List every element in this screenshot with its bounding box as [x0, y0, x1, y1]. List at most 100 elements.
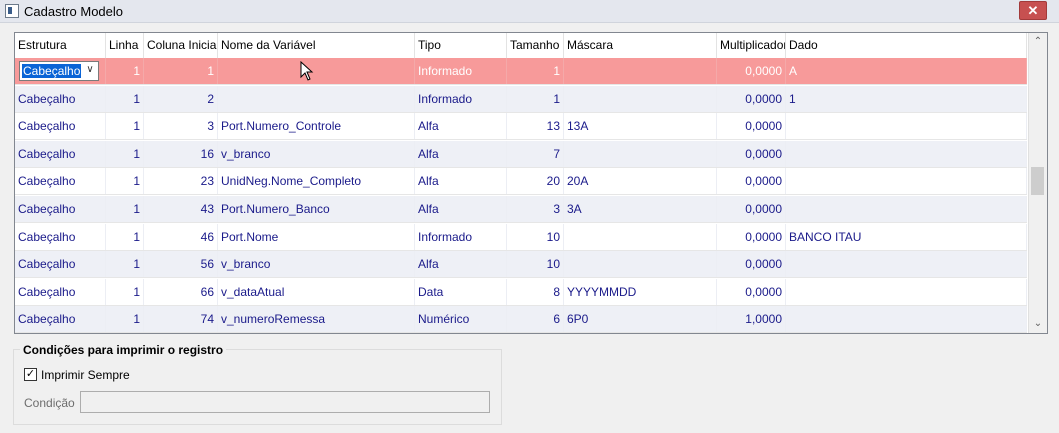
cell-multiplicador[interactable]: 0,0000 [717, 58, 786, 84]
cell-tamanho[interactable]: 1 [507, 85, 564, 112]
cell-tipo[interactable]: Informado [415, 58, 507, 84]
cell-mascara[interactable]: 20A [564, 168, 717, 195]
cell-estrutura[interactable]: Cabeçalho ∨ [15, 58, 106, 84]
cell-mascara[interactable] [564, 251, 717, 278]
cell-linha[interactable]: 1 [106, 168, 144, 195]
table-row[interactable]: Cabeçalho 1 66 v_dataAtual Data 8 YYYYMMDD 0,00… [15, 278, 1027, 306]
cell-multiplicador[interactable]: 0,0000 [717, 196, 786, 222]
table-row[interactable]: Cabeçalho 1 46 Port.Nome Informado 10 0,0000 BA… [15, 223, 1027, 251]
cell-tamanho[interactable]: 6 [507, 306, 564, 333]
cell-mascara[interactable]: 3A [564, 196, 717, 222]
table-row[interactable]: Cabeçalho 1 74 v_numeroRemessa Numérico 6 6P0 1… [15, 306, 1027, 333]
cell-estrutura[interactable]: Cabeçalho [15, 113, 106, 140]
table-row[interactable]: Cabeçalho 1 56 v_branco Alfa 10 0,0000 [15, 251, 1027, 279]
cell-tamanho[interactable]: 10 [507, 223, 564, 250]
cell-coluna-inicial[interactable]: 3 [144, 113, 218, 140]
cell-mascara[interactable] [564, 85, 717, 112]
cell-multiplicador[interactable]: 0,0000 [717, 278, 786, 305]
scroll-down-icon[interactable]: ⌄ [1029, 315, 1047, 333]
column-header-multiplicador[interactable]: Multiplicador [717, 33, 786, 58]
cell-mascara[interactable]: 13A [564, 113, 717, 140]
cell-linha[interactable]: 1 [106, 251, 144, 278]
chevron-down-icon[interactable]: ∨ [85, 65, 95, 75]
cell-linha[interactable]: 1 [106, 85, 144, 112]
cell-nome-variavel[interactable]: v_branco [218, 140, 415, 167]
cell-multiplicador[interactable]: 0,0000 [717, 168, 786, 195]
model-grid[interactable]: Estrutura Linha Coluna Inicial Nome da Vari… [14, 32, 1048, 334]
cell-tipo[interactable]: Alfa [415, 168, 507, 195]
cell-coluna-inicial[interactable]: 16 [144, 140, 218, 167]
cell-coluna-inicial[interactable]: 23 [144, 168, 218, 195]
cell-tamanho[interactable]: 8 [507, 278, 564, 305]
cell-multiplicador[interactable]: 0,0000 [717, 113, 786, 140]
table-row[interactable]: Cabeçalho 1 43 Port.Numero_Banco Alfa 3 3A 0,00… [15, 196, 1027, 223]
cell-nome-variavel[interactable]: Port.Numero_Banco [218, 196, 415, 222]
cell-dado[interactable] [786, 168, 1027, 195]
scroll-up-icon[interactable]: ⌃ [1029, 33, 1047, 51]
cell-linha[interactable]: 1 [106, 58, 144, 84]
column-header-nome-variavel[interactable]: Nome da Variável [218, 33, 415, 58]
cell-nome-variavel[interactable]: Port.Nome [218, 223, 415, 250]
cell-multiplicador[interactable]: 0,0000 [717, 140, 786, 167]
scroll-thumb[interactable] [1031, 167, 1044, 195]
cell-dado[interactable] [786, 196, 1027, 222]
cell-dado[interactable] [786, 140, 1027, 167]
cell-dado[interactable]: A [786, 58, 1027, 84]
column-header-tipo[interactable]: Tipo [415, 33, 507, 58]
cell-tamanho[interactable]: 10 [507, 251, 564, 278]
cell-estrutura[interactable]: Cabeçalho [15, 140, 106, 167]
cell-estrutura[interactable]: Cabeçalho [15, 223, 106, 250]
cell-tamanho[interactable]: 1 [507, 58, 564, 84]
cell-dado[interactable] [786, 306, 1027, 333]
cell-tipo[interactable]: Alfa [415, 113, 507, 140]
cell-multiplicador[interactable]: 1,0000 [717, 306, 786, 333]
cell-multiplicador[interactable]: 0,0000 [717, 223, 786, 250]
cell-tipo[interactable]: Informado [415, 223, 507, 250]
cell-linha[interactable]: 1 [106, 113, 144, 140]
cell-tamanho[interactable]: 13 [507, 113, 564, 140]
cell-estrutura[interactable]: Cabeçalho [15, 168, 106, 195]
cell-linha[interactable]: 1 [106, 196, 144, 222]
cell-estrutura[interactable]: Cabeçalho [15, 85, 106, 112]
cell-tipo[interactable]: Alfa [415, 251, 507, 278]
cell-coluna-inicial[interactable]: 74 [144, 306, 218, 333]
cell-dado[interactable] [786, 278, 1027, 305]
cell-linha[interactable]: 1 [106, 140, 144, 167]
cell-nome-variavel[interactable] [218, 58, 415, 84]
cell-nome-variavel[interactable]: v_numeroRemessa [218, 306, 415, 333]
cell-tamanho[interactable]: 7 [507, 140, 564, 167]
cell-coluna-inicial[interactable]: 56 [144, 251, 218, 278]
cell-dado[interactable]: BANCO ITAU [786, 223, 1027, 250]
cell-coluna-inicial[interactable]: 43 [144, 196, 218, 222]
cell-estrutura[interactable]: Cabeçalho [15, 306, 106, 333]
cell-dado[interactable]: 1 [786, 85, 1027, 112]
cell-tamanho[interactable]: 3 [507, 196, 564, 222]
cell-dado[interactable] [786, 251, 1027, 278]
cell-linha[interactable]: 1 [106, 278, 144, 305]
cell-tamanho[interactable]: 20 [507, 168, 564, 195]
estrutura-combo[interactable]: Cabeçalho ∨ [19, 61, 99, 81]
table-row[interactable]: Cabeçalho 1 3 Port.Numero_Controle Alfa 13 13A… [15, 113, 1027, 141]
column-header-dado[interactable]: Dado [786, 33, 1027, 58]
table-row[interactable]: Cabeçalho 1 23 UnidNeg.Nome_Completo Alfa 20 2… [15, 168, 1027, 196]
column-header-mascara[interactable]: Máscara [564, 33, 717, 58]
vertical-scrollbar[interactable]: ⌃ ⌄ [1028, 33, 1047, 333]
cell-estrutura[interactable]: Cabeçalho [15, 278, 106, 305]
column-header-estrutura[interactable]: Estrutura [15, 33, 106, 58]
cell-coluna-inicial[interactable]: 1 [144, 58, 218, 84]
condition-input[interactable] [80, 391, 490, 413]
cell-coluna-inicial[interactable]: 46 [144, 223, 218, 250]
cell-nome-variavel[interactable]: v_dataAtual [218, 278, 415, 305]
cell-tipo[interactable]: Data [415, 278, 507, 305]
close-button[interactable]: ✕ [1019, 1, 1047, 20]
cell-tipo[interactable]: Alfa [415, 140, 507, 167]
cell-coluna-inicial[interactable]: 66 [144, 278, 218, 305]
table-row[interactable]: Cabeçalho 1 16 v_branco Alfa 7 0,0000 [15, 140, 1027, 168]
cell-linha[interactable]: 1 [106, 223, 144, 250]
cell-tipo[interactable]: Numérico [415, 306, 507, 333]
cell-nome-variavel[interactable]: Port.Numero_Controle [218, 113, 415, 140]
cell-multiplicador[interactable]: 0,0000 [717, 85, 786, 112]
cell-nome-variavel[interactable]: UnidNeg.Nome_Completo [218, 168, 415, 195]
cell-multiplicador[interactable]: 0,0000 [717, 251, 786, 278]
table-row[interactable]: Cabeçalho 1 2 Informado 1 0,0000 1 [15, 85, 1027, 113]
